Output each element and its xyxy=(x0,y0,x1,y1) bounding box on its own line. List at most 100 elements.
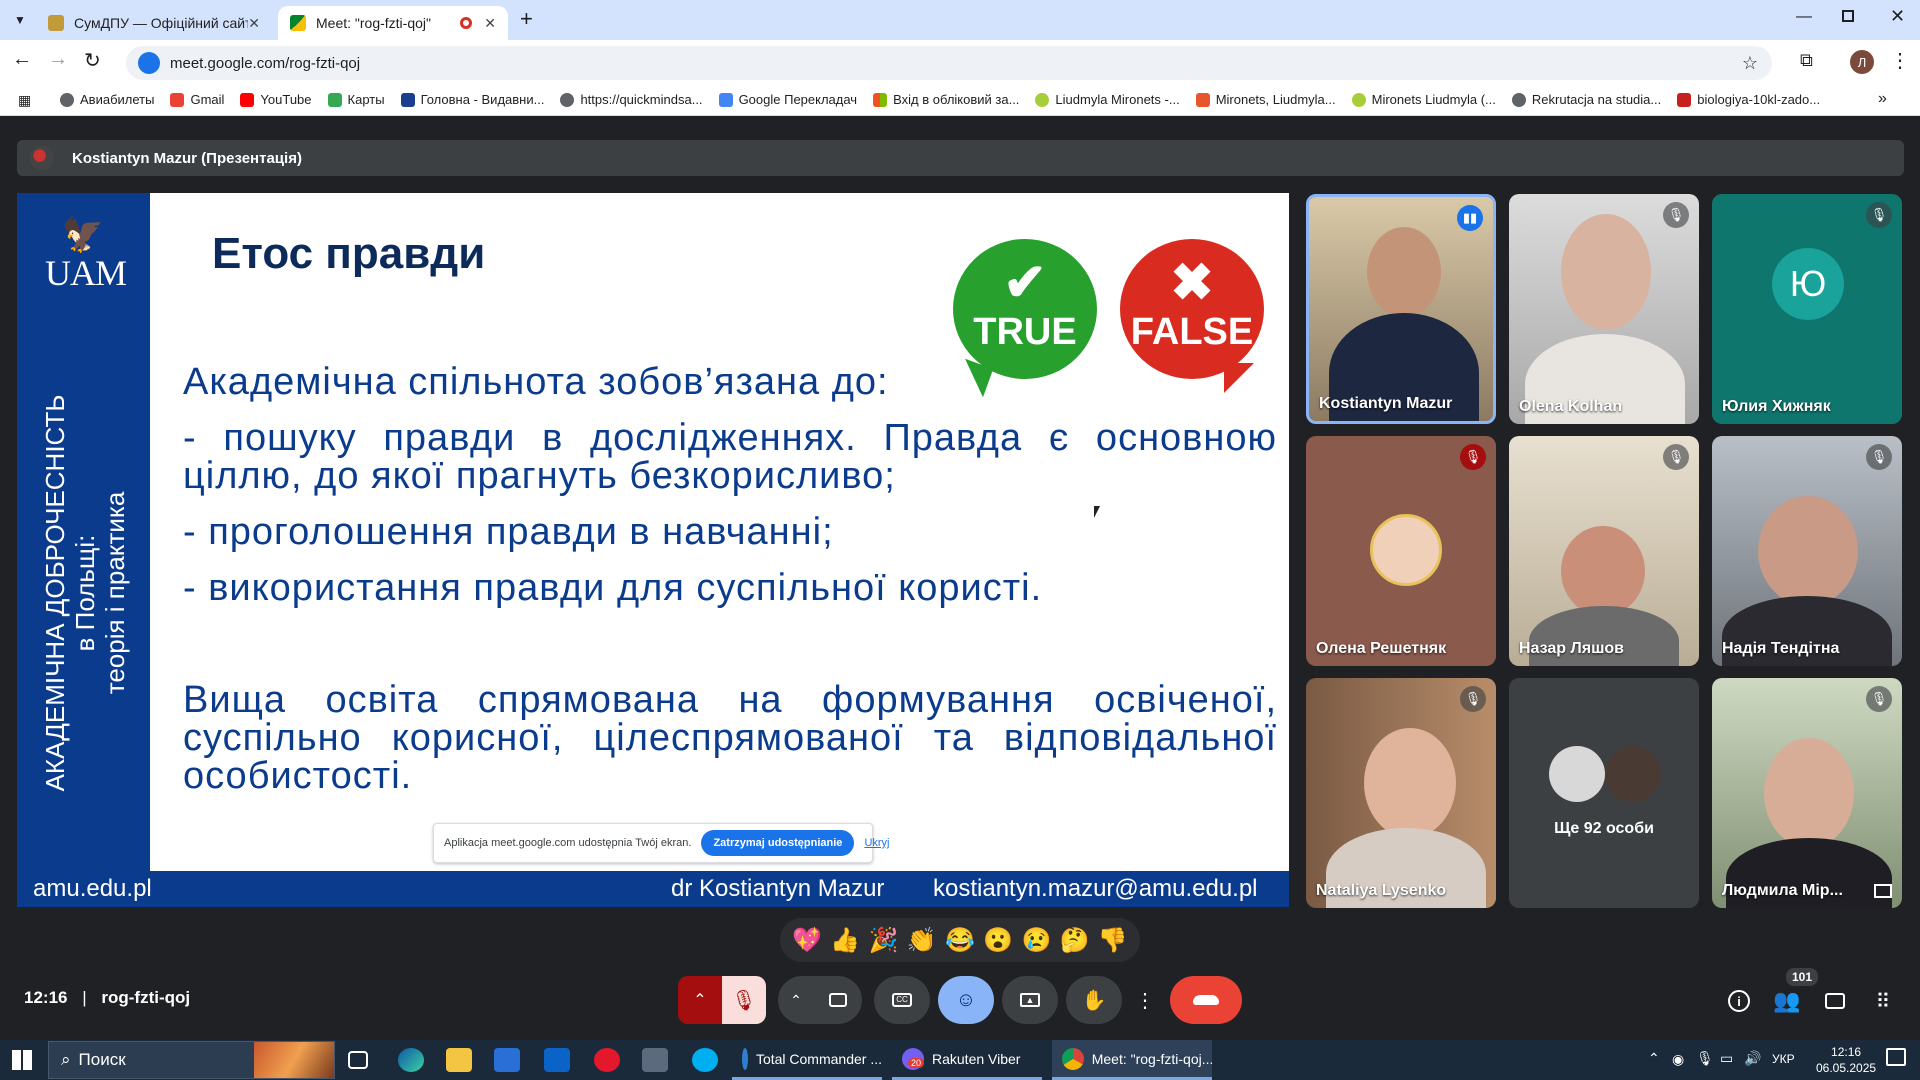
present-button[interactable]: ▲ xyxy=(1002,976,1058,1024)
extensions-icon[interactable]: ⧉ xyxy=(1800,50,1813,71)
tray-webcam-icon[interactable]: ◉ xyxy=(1672,1051,1684,1068)
surprised-reaction[interactable]: 😮 xyxy=(983,926,1013,955)
slide-line: - використання правди для суспільної кор… xyxy=(183,567,1043,609)
footer-author: dr Kostiantyn Mazur xyxy=(671,875,885,902)
opera-icon[interactable] xyxy=(594,1048,620,1072)
camera-toggle-button[interactable] xyxy=(814,976,862,1024)
participant-avatar xyxy=(1549,746,1605,802)
party-reaction[interactable]: 🎉 xyxy=(869,926,899,955)
new-tab-button[interactable]: + xyxy=(520,6,533,32)
participant-tile[interactable]: 🎙 Людмила Мір... xyxy=(1712,678,1902,908)
task-view-icon[interactable] xyxy=(348,1051,368,1069)
more-participants-tile[interactable]: Ще 92 особи xyxy=(1509,678,1699,908)
bookmark-item[interactable]: Liudmyla Mironets -... xyxy=(1035,92,1180,107)
taskbar-app-total-commander[interactable]: Total Commander ... xyxy=(732,1040,882,1080)
mic-toggle-button[interactable]: 🎙 xyxy=(722,976,766,1024)
emoji-button[interactable]: ☺ xyxy=(938,976,994,1024)
windows-start-icon[interactable] xyxy=(12,1050,32,1070)
edge-icon[interactable] xyxy=(398,1048,424,1072)
bookmark-item[interactable]: Gmail xyxy=(170,92,224,107)
participant-tile[interactable]: 🎙 Надія Тендітна xyxy=(1712,436,1902,666)
bookmark-item[interactable]: Rekrutacja na studia... xyxy=(1511,92,1661,107)
captions-button[interactable]: CC xyxy=(874,976,930,1024)
thumbs-down-reaction[interactable]: 👎 xyxy=(1098,926,1128,955)
forward-icon[interactable]: → xyxy=(48,48,68,71)
file-explorer-icon[interactable] xyxy=(446,1048,472,1072)
participant-tile[interactable]: 🎙 Nataliya Lysenko xyxy=(1306,678,1496,908)
restore-icon[interactable] xyxy=(1842,10,1854,22)
menu-icon[interactable]: ⋮ xyxy=(1890,48,1910,73)
taskbar-app-chrome[interactable]: Meet: "rog-fzti-qoj... xyxy=(1052,1040,1212,1080)
mic-off-icon: 🎙 xyxy=(1663,444,1689,470)
raise-hand-button[interactable]: ✋ xyxy=(1066,976,1122,1024)
bookmarks-overflow-icon[interactable]: » xyxy=(1878,90,1887,108)
mic-options-button[interactable]: ⌃ xyxy=(678,976,722,1024)
participant-tile[interactable]: 🎙 Олена Решетняк xyxy=(1306,436,1496,666)
participant-tile[interactable]: 🎙 Назар Ляшов xyxy=(1509,436,1699,666)
thinking-reaction[interactable]: 🤔 xyxy=(1060,926,1090,955)
close-icon[interactable]: ✕ xyxy=(248,15,260,32)
clap-reaction[interactable]: 👏 xyxy=(907,926,937,955)
tray-overflow-icon[interactable]: ⌃ xyxy=(1648,1050,1660,1067)
notifications-icon[interactable] xyxy=(1886,1048,1906,1066)
store-icon[interactable] xyxy=(494,1048,520,1072)
tray-volume-icon[interactable]: 🔊 xyxy=(1744,1050,1761,1067)
bookmark-item[interactable]: Головна - Видавни... xyxy=(400,92,544,107)
tray-mic-icon[interactable]: 🎙 xyxy=(1696,1050,1714,1067)
window-close-icon[interactable]: ✕ xyxy=(1890,6,1905,27)
calculator-icon[interactable] xyxy=(642,1048,668,1072)
tray-clock[interactable]: 12:16 06.05.2025 xyxy=(1816,1044,1876,1076)
taskbar-app-viber[interactable]: 20 Rakuten Viber xyxy=(892,1040,1042,1080)
meeting-details-button[interactable]: i xyxy=(1722,984,1756,1018)
participant-tile[interactable]: Ю 🎙 Юлия Хижняк xyxy=(1712,194,1902,424)
bookmark-item[interactable]: Вхід в обліковий за... xyxy=(873,92,1019,107)
pip-icon[interactable] xyxy=(1874,884,1892,898)
tab-meet[interactable]: Meet: "rog-fzti-qoj" ✕ xyxy=(278,6,508,40)
outlook-icon[interactable] xyxy=(544,1048,570,1072)
address-bar[interactable]: meet.google.com/rog-fzti-qoj ☆ xyxy=(126,46,1772,80)
tab-sumdpu[interactable]: СумДПУ — Офіційний сайт Су ✕ xyxy=(36,6,272,40)
orcid-icon xyxy=(1035,92,1050,107)
taskbar-search[interactable]: ⌕ Поиск xyxy=(48,1041,335,1079)
tray-network-icon[interactable]: ▭ xyxy=(1720,1050,1733,1067)
more-options-button[interactable]: ⋮ xyxy=(1130,976,1160,1024)
back-icon[interactable]: ← xyxy=(12,48,32,71)
bookmark-item[interactable]: Карты xyxy=(327,92,385,107)
laugh-reaction[interactable]: 😂 xyxy=(945,926,975,955)
bookmark-star-icon[interactable]: ☆ xyxy=(1742,53,1758,74)
site-info-icon[interactable] xyxy=(138,52,160,74)
minimize-icon[interactable]: — xyxy=(1796,8,1812,26)
sad-reaction[interactable]: 😢 xyxy=(1021,926,1051,955)
viber-icon: 20 xyxy=(902,1047,925,1070)
tab-strip: ▼ СумДПУ — Офіційний сайт Су ✕ Meet: "ro… xyxy=(0,0,1920,40)
activities-button[interactable]: ⠿ xyxy=(1866,984,1900,1018)
apps-grid-icon[interactable]: ▦ xyxy=(18,92,31,109)
bookmark-item[interactable]: biologiya-10kl-zado... xyxy=(1677,92,1820,107)
heart-reaction[interactable]: 💖 xyxy=(792,926,822,955)
leave-call-button[interactable] xyxy=(1170,976,1242,1024)
publisher-icon xyxy=(400,92,415,107)
bookmark-item[interactable]: https://quickmindsa... xyxy=(560,92,703,107)
mic-off-icon: 🎙 xyxy=(1866,202,1892,228)
bookmark-item[interactable]: Авиабилеты xyxy=(60,92,154,107)
hide-banner-link[interactable]: Ukryj xyxy=(864,837,889,849)
presenter-bar: Kostiantyn Mazur (Презентація) xyxy=(17,140,1904,176)
profile-avatar[interactable]: Л xyxy=(1850,50,1874,74)
close-icon[interactable]: ✕ xyxy=(484,15,496,32)
chat-button[interactable] xyxy=(1818,984,1852,1018)
people-button[interactable]: 👥 xyxy=(1770,984,1804,1018)
bookmark-item[interactable]: Google Перекладач xyxy=(718,92,857,107)
tab-search-icon[interactable]: ▼ xyxy=(8,8,32,32)
bookmark-item[interactable]: Mironets Liudmyla (... xyxy=(1351,92,1496,107)
participant-tile[interactable]: ▮▮ Kostiantyn Mazur xyxy=(1306,194,1496,424)
skype-icon[interactable] xyxy=(692,1048,718,1072)
thumbs-up-reaction[interactable]: 👍 xyxy=(830,926,860,955)
bookmark-item[interactable]: YouTube xyxy=(240,92,312,107)
stop-sharing-button[interactable]: Zatrzymaj udostępnianie xyxy=(701,830,855,856)
reload-icon[interactable]: ↻ xyxy=(84,48,101,73)
mic-off-icon: 🎙 xyxy=(1866,444,1892,470)
speaking-indicator-icon: ▮▮ xyxy=(1457,205,1483,231)
bookmark-item[interactable]: Mironets, Liudmyla... xyxy=(1195,92,1336,107)
participant-tile[interactable]: 🎙 Olena Kolhan xyxy=(1509,194,1699,424)
language-indicator[interactable]: УКР xyxy=(1772,1052,1795,1066)
